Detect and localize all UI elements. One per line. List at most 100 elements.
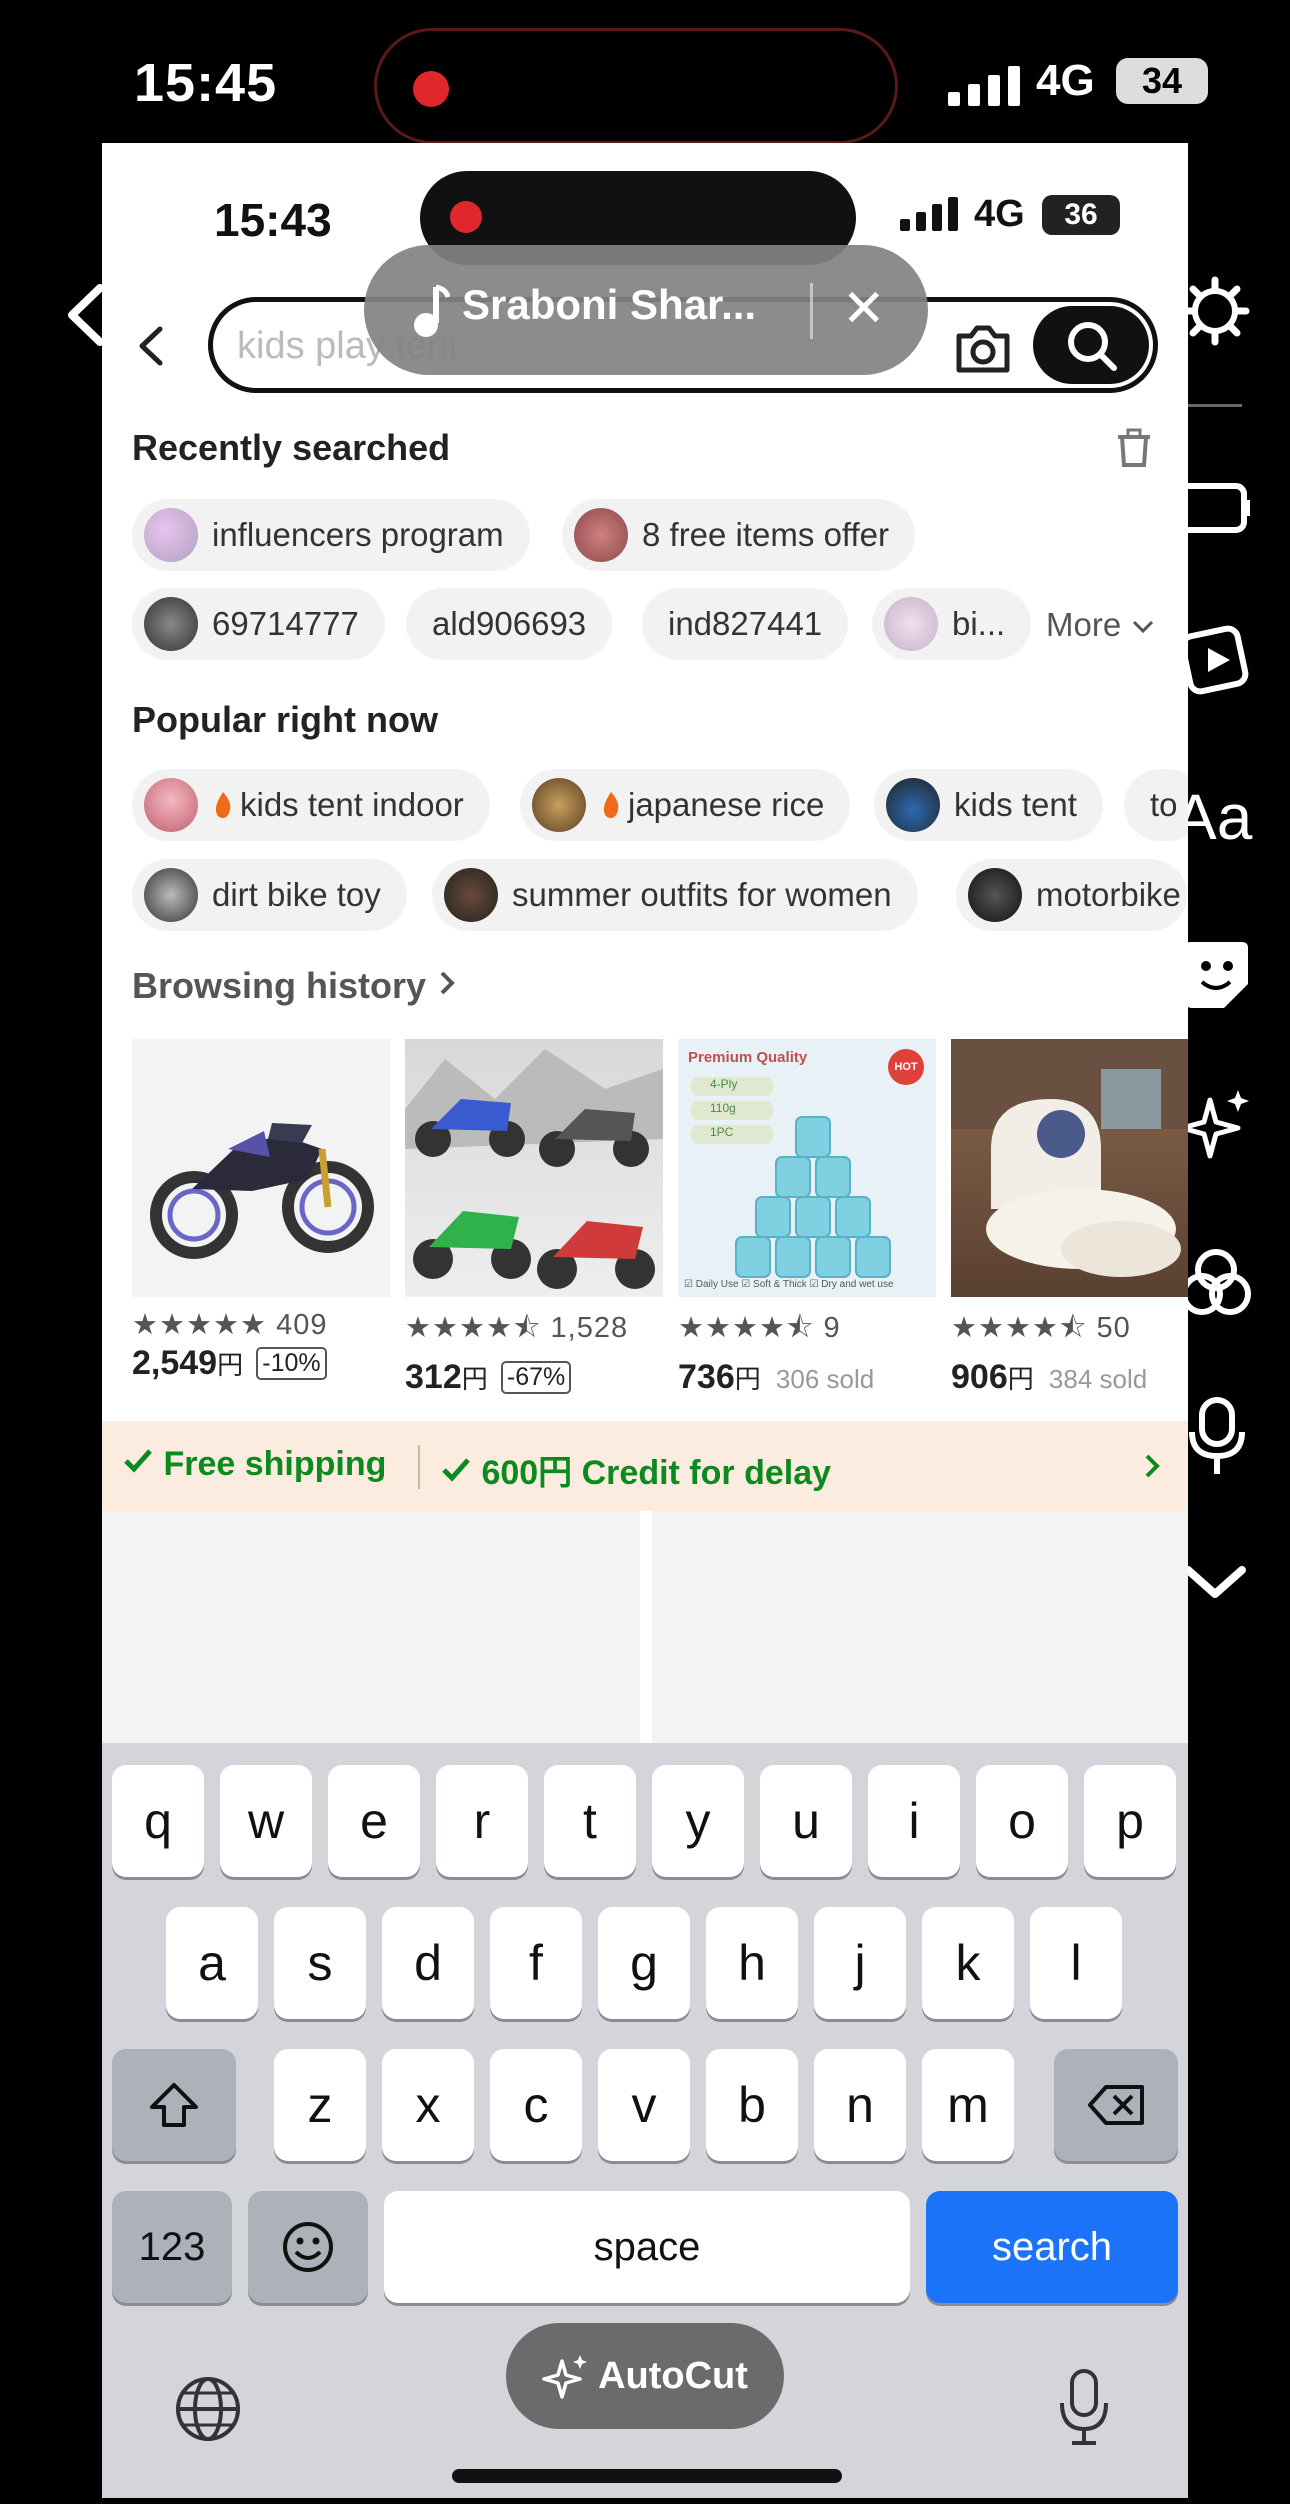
key-a[interactable]: a [166, 1907, 258, 2019]
review-count: 1,528 [550, 1312, 629, 1344]
emoji-key[interactable] [248, 2191, 368, 2303]
mic-icon[interactable] [1054, 2367, 1114, 2452]
music-title: Sraboni Shar... [462, 281, 757, 328]
browsing-history-link[interactable]: Browsing history [132, 965, 458, 1007]
key-y[interactable]: y [652, 1765, 744, 1877]
chevron-down-icon [1133, 620, 1154, 634]
back-button[interactable] [128, 311, 178, 381]
key-b[interactable]: b [706, 2049, 798, 2161]
popular-chip[interactable]: japanese rice [520, 769, 851, 841]
chip-label: ald906693 [432, 605, 587, 642]
record-indicator-icon [413, 71, 449, 107]
effects-icon[interactable] [1176, 1244, 1256, 1329]
key-j[interactable]: j [814, 1907, 906, 2019]
key-m[interactable]: m [922, 2049, 1014, 2161]
key-w[interactable]: w [220, 1765, 312, 1877]
key-k[interactable]: k [922, 1907, 1014, 2019]
key-l[interactable]: l [1030, 1907, 1122, 2019]
inner-signal-icon [900, 197, 960, 236]
key-s[interactable]: s [274, 1907, 366, 2019]
backspace-key[interactable] [1054, 2049, 1178, 2161]
trash-icon[interactable] [1114, 427, 1154, 474]
product-features: ☑ Daily Use ☑ Soft & Thick ☑ Dry and wet… [684, 1279, 894, 1290]
key-e[interactable]: e [328, 1765, 420, 1877]
key-r[interactable]: r [436, 1765, 528, 1877]
chip-label: summer outfits for women [512, 876, 892, 913]
currency-label: 円 [734, 1364, 761, 1394]
video-clip-icon[interactable] [1178, 620, 1254, 701]
chip-thumbnail [532, 778, 586, 832]
sold-count: 384 sold [1048, 1364, 1148, 1394]
globe-icon[interactable] [172, 2373, 244, 2450]
key-h[interactable]: h [706, 1907, 798, 2019]
inner-status-time: 15:43 [214, 194, 332, 246]
outer-signal-icon [948, 66, 1022, 111]
key-f[interactable]: f [490, 1907, 582, 2019]
chevron-down-icon[interactable] [1180, 1560, 1250, 1609]
rating-stars: ★★★★⯪ [405, 1312, 542, 1344]
backspace-icon [1088, 2085, 1144, 2125]
camera-icon[interactable] [953, 320, 1013, 376]
popular-chip[interactable]: kids tent indoor [132, 769, 490, 841]
popular-chip[interactable]: kids tent [874, 769, 1103, 841]
chip-label: to [1150, 786, 1178, 823]
search-key[interactable]: search [926, 2191, 1178, 2303]
recent-searches-title: Recently searched [132, 427, 451, 468]
recent-chip[interactable]: ald906693 [406, 588, 613, 660]
settings-icon[interactable] [1180, 276, 1250, 351]
chip-thumbnail [144, 508, 198, 562]
sticker-icon[interactable] [1180, 936, 1252, 1017]
chip-label: 69714777 [212, 605, 359, 642]
music-divider [810, 283, 813, 339]
product-card[interactable]: Premium Quality HOT 4-Ply 110g 1PC ☑ Dai… [678, 1039, 936, 1397]
autocut-button[interactable]: AutoCut [506, 2323, 784, 2429]
popular-chip[interactable]: dirt bike toy [132, 859, 407, 931]
free-shipping-item: Free shipping [122, 1445, 386, 1484]
shipping-banner[interactable]: Free shipping 600円 Credit for delay [102, 1421, 1188, 1511]
product-image [405, 1039, 663, 1297]
key-u[interactable]: u [760, 1765, 852, 1877]
product-image [132, 1039, 390, 1297]
popular-chip[interactable]: to [1124, 769, 1188, 841]
product-price: 2,549 [132, 1344, 218, 1382]
key-g[interactable]: g [598, 1907, 690, 2019]
rating-stars: ★★★★⯪ [951, 1312, 1088, 1344]
key-i[interactable]: i [868, 1765, 960, 1877]
key-t[interactable]: t [544, 1765, 636, 1877]
shift-key[interactable] [112, 2049, 236, 2161]
sold-count: 306 sold [775, 1364, 875, 1394]
music-overlay[interactable]: Sraboni Shar... ✕ [364, 245, 928, 375]
recent-chip[interactable]: ind827441 [642, 588, 849, 660]
chip-thumbnail [884, 597, 938, 651]
key-p[interactable]: p [1084, 1765, 1176, 1877]
chip-thumbnail [574, 508, 628, 562]
recent-chip[interactable]: bi... [872, 588, 1032, 660]
key-n[interactable]: n [814, 2049, 906, 2161]
popular-chip[interactable]: summer outfits for women [432, 859, 918, 931]
space-key[interactable]: space [384, 2191, 910, 2303]
search-button[interactable] [1033, 306, 1149, 384]
product-card[interactable]: ★★★★⯪ 50 906円 384 sold [951, 1039, 1188, 1397]
key-c[interactable]: c [490, 2049, 582, 2161]
product-card[interactable]: ★★★★★ 409 2,549円 -10% [132, 1039, 390, 1383]
recent-chip[interactable]: 69714777 [132, 588, 385, 660]
more-recent-button[interactable]: More [1046, 606, 1156, 644]
key-z[interactable]: z [274, 2049, 366, 2161]
voice-effect-icon[interactable] [1184, 1394, 1254, 1483]
close-icon[interactable]: ✕ [842, 279, 886, 339]
popular-chip[interactable]: motorbike [956, 859, 1187, 931]
chip-label: kids tent [954, 786, 1077, 823]
key-v[interactable]: v [598, 2049, 690, 2161]
key-x[interactable]: x [382, 2049, 474, 2161]
product-card[interactable]: ★★★★⯪ 1,528 312円 -67% [405, 1039, 663, 1397]
recent-chip[interactable]: influencers program [132, 499, 530, 571]
outer-network-label: 4G [1036, 56, 1095, 105]
sparkle-icon[interactable] [1176, 1086, 1256, 1171]
key-o[interactable]: o [976, 1765, 1068, 1877]
product-rating: ★★★★⯪ 9 [678, 1307, 936, 1356]
product-rating: ★★★★⯪ 50 [951, 1307, 1188, 1356]
numbers-key[interactable]: 123 [112, 2191, 232, 2303]
key-q[interactable]: q [112, 1765, 204, 1877]
key-d[interactable]: d [382, 1907, 474, 2019]
recent-chip[interactable]: 8 free items offer [562, 499, 916, 571]
